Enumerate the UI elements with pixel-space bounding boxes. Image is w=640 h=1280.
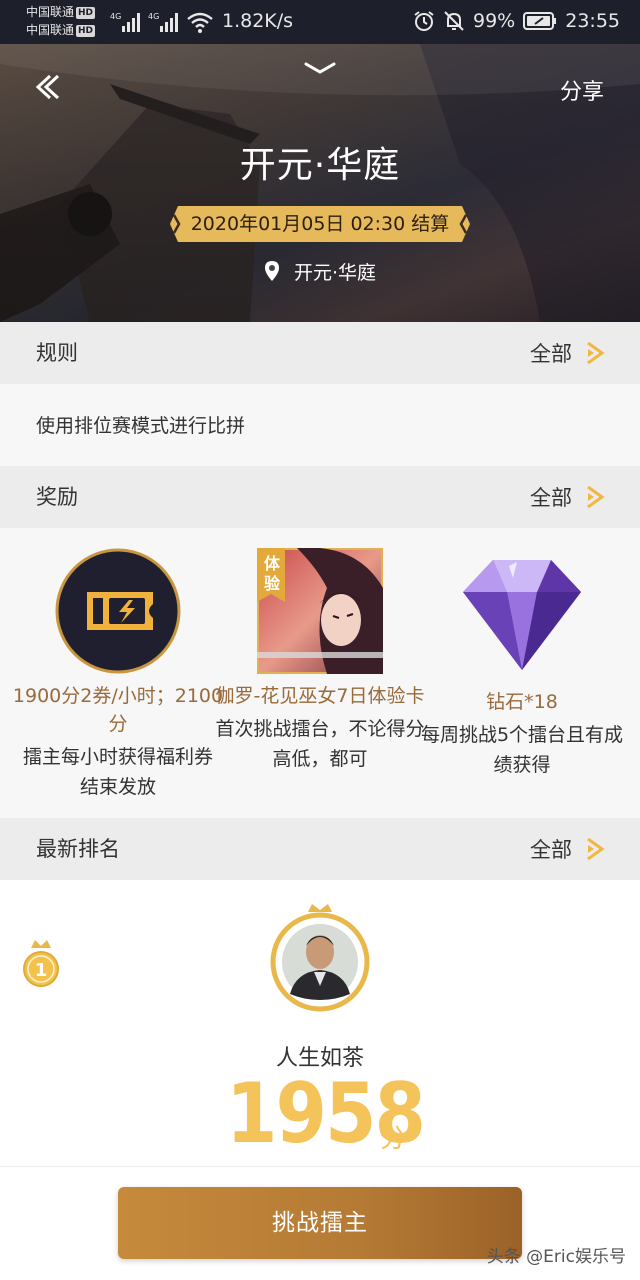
rank-medal: 1 xyxy=(22,936,60,992)
signal-icon: 4G xyxy=(148,12,178,32)
rewards-more-button[interactable]: 全部 xyxy=(530,466,606,528)
reward-desc: 每周挑战5个擂台且有成绩获得 xyxy=(420,724,624,776)
avatar[interactable] xyxy=(270,902,370,1012)
hero-banner: 分享 开元·华庭 2020年01月05日 02:30 结算 开元·华庭 xyxy=(0,44,640,322)
ranking-title: 最新排名 xyxy=(36,837,120,861)
net-speed: 1.82K/s xyxy=(222,10,294,32)
reward-name: 1900分2券/小时；2100分 xyxy=(12,685,224,735)
back-icon[interactable] xyxy=(30,70,64,104)
reward-item-diamond[interactable]: 钻石*18 每周挑战5个擂台且有成绩获得 xyxy=(416,548,628,780)
watermark: 头条 @Eric娱乐号 xyxy=(486,1247,626,1267)
mute-icon xyxy=(444,11,464,31)
ticket-icon xyxy=(55,548,181,674)
reward-item-skin[interactable]: 体验 伽罗-花见巫女7日体验卡 首次挑战擂台，不论得分高低，都可 xyxy=(214,547,426,774)
location-row: 开元·华庭 xyxy=(0,258,640,285)
settle-badge: 2020年01月05日 02:30 结算 xyxy=(170,206,470,242)
score-unit: 分 xyxy=(380,1124,407,1154)
rules-body: 使用排位赛模式进行比拼 xyxy=(0,384,640,466)
rules-more-button[interactable]: 全部 xyxy=(530,322,606,384)
crown-medal-icon: 1 xyxy=(23,940,59,987)
rewards-title: 奖励 xyxy=(36,485,78,509)
wifi-icon xyxy=(187,12,213,33)
status-bar: 中国联通 HD 中国联通 HD 4G 4G 1.82K/s 99% 23:55 xyxy=(0,0,640,44)
ranking-more-label: 全部 xyxy=(530,838,572,862)
hd-badge: HD xyxy=(76,25,96,37)
location-pin-icon xyxy=(264,261,279,281)
rules-title: 规则 xyxy=(36,341,78,365)
hd-badge: HD xyxy=(76,7,96,19)
rank-number: 1 xyxy=(35,960,48,981)
battery-percent: 99% xyxy=(473,10,516,32)
rules-header: 规则 全部 xyxy=(0,322,640,384)
page: 中国联通 HD 中国联通 HD 4G 4G 1.82K/s 99% 23:55 … xyxy=(0,0,640,1280)
signal-icon: 4G xyxy=(110,12,140,32)
rewards-more-label: 全部 xyxy=(530,486,572,510)
alarm-icon xyxy=(414,11,434,31)
rewards-header: 奖励 全部 xyxy=(0,466,640,528)
reward-name: 伽罗-花见巫女7日体验卡 xyxy=(215,685,425,707)
net-tag-2: 4G xyxy=(148,12,159,21)
ranking-header: 最新排名 全部 xyxy=(0,818,640,880)
settle-time: 2020年01月05日 02:30 结算 xyxy=(190,213,450,235)
trial-tag: 体验 xyxy=(263,554,280,593)
diamond-icon xyxy=(459,548,585,674)
rewards-list: 1900分2券/小时；2100分 擂主每小时获得福利券 结束发放 体验 伽罗-花… xyxy=(0,528,640,818)
net-tag-1: 4G xyxy=(110,12,121,21)
challenge-button[interactable]: 挑战擂主 xyxy=(118,1187,522,1259)
chevron-right-icon xyxy=(587,485,605,509)
chevron-right-icon xyxy=(587,341,605,365)
carrier-2: 中国联通 xyxy=(26,23,75,37)
ranking-more-button[interactable]: 全部 xyxy=(530,818,606,880)
carrier-info: 中国联通 HD 中国联通 HD xyxy=(26,3,96,39)
location-label: 开元·华庭 xyxy=(294,262,377,284)
battery-icon xyxy=(523,12,557,30)
share-button[interactable]: 分享 xyxy=(560,74,604,106)
carrier-1: 中国联通 xyxy=(26,5,75,19)
reward-name: 钻石*18 xyxy=(486,691,558,713)
reward-desc: 首次挑战擂台，不论得分高低，都可 xyxy=(215,718,425,770)
reward-desc: 擂主每小时获得福利券 结束发放 xyxy=(22,746,213,798)
hero-skin-card: 体验 xyxy=(257,547,383,674)
status-right: 99% 23:55 xyxy=(413,10,620,32)
page-title: 开元·华庭 xyxy=(239,145,401,186)
ranking-top-player[interactable]: 1 人生如茶 1958 分 xyxy=(0,880,640,1170)
reward-item-ticket[interactable]: 1900分2券/小时；2100分 擂主每小时获得福利券 结束发放 xyxy=(12,548,224,802)
rules-text: 使用排位赛模式进行比拼 xyxy=(36,415,246,437)
clock: 23:55 xyxy=(565,10,620,32)
chevron-right-icon xyxy=(587,837,605,861)
chevron-down-icon[interactable] xyxy=(302,58,338,78)
rules-more-label: 全部 xyxy=(530,342,572,366)
